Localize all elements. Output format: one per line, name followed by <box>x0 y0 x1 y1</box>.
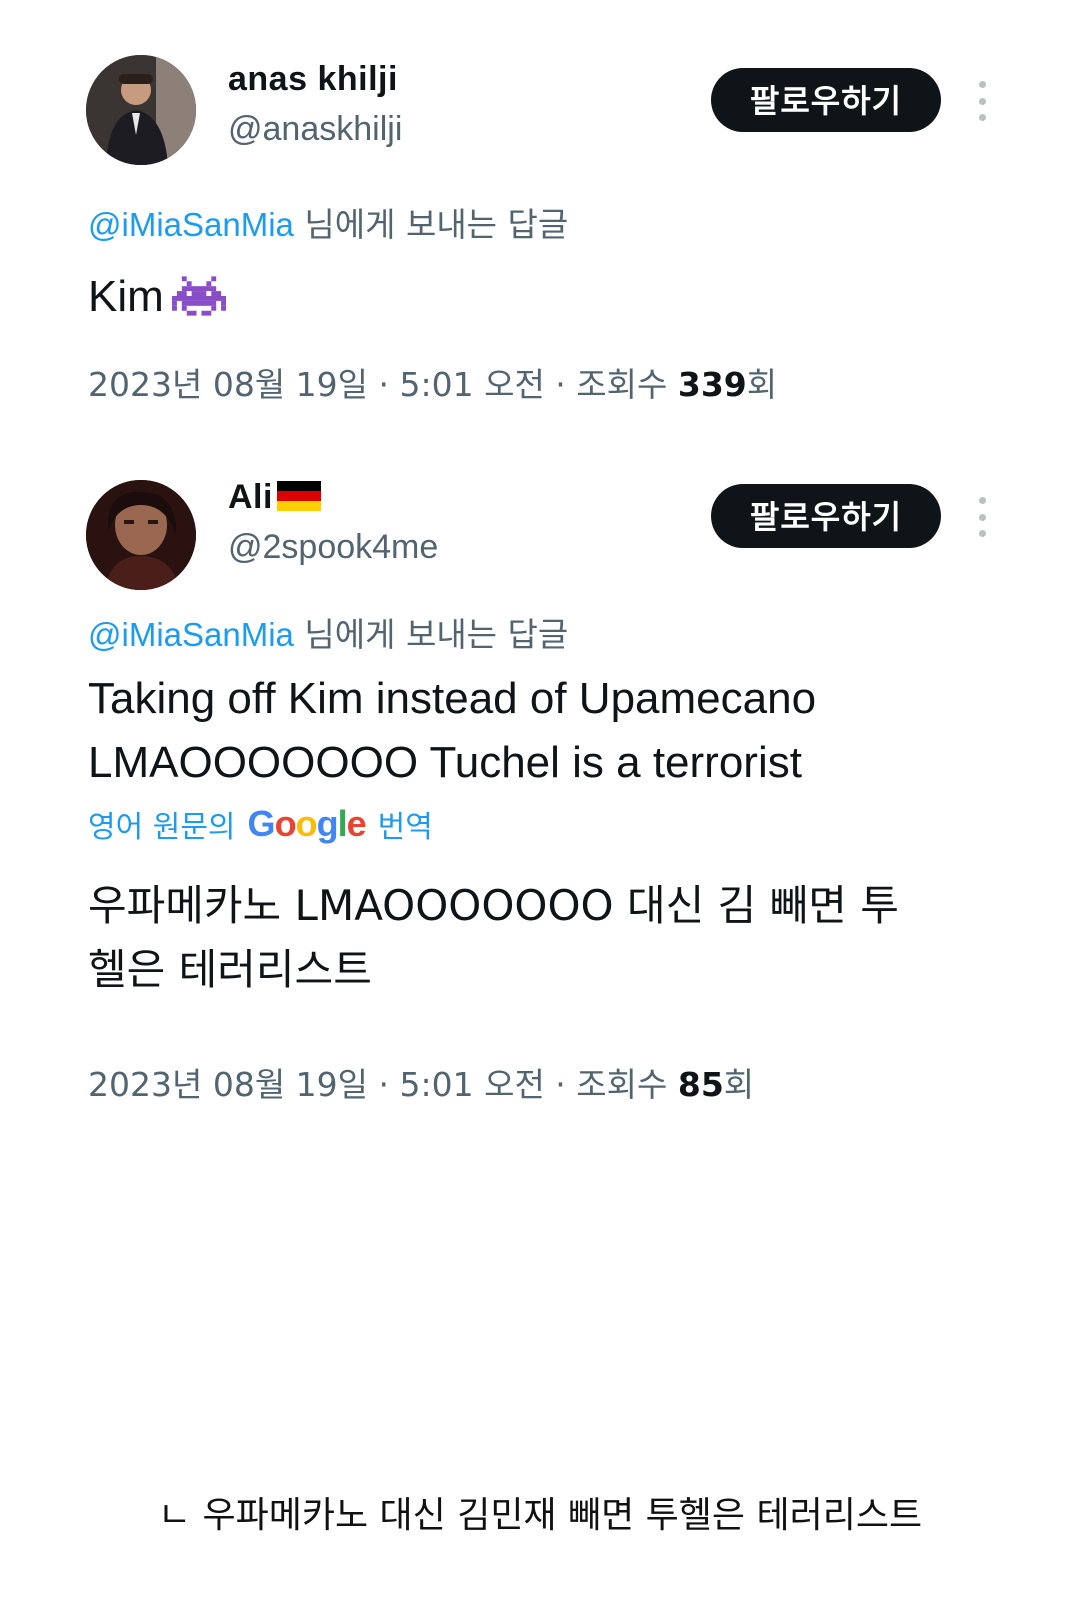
user-handle[interactable]: @anaskhilji <box>228 110 402 149</box>
reply-mention-link[interactable]: @iMiaSanMia <box>88 206 294 243</box>
view-count: 85 <box>677 1065 724 1104</box>
avatar[interactable] <box>86 480 196 590</box>
follow-button[interactable]: 팔로우하기 <box>711 68 941 132</box>
caption-text: ㄴ 우파메카노 대신 김민재 빼면 투헬은 테러리스트 <box>157 1495 923 1536</box>
tweet-text-content: Kim <box>88 272 164 321</box>
reply-context: @iMiaSanMia 님에게 보내는 답글 <box>88 198 568 246</box>
tweet-text: Kim <box>88 265 226 329</box>
display-name[interactable]: anas khilji <box>228 60 398 99</box>
more-options-icon[interactable] <box>975 81 989 121</box>
tweet-date[interactable]: 2023년 08월 19일 · 5:01 오전 · 조회수 <box>88 1065 678 1104</box>
display-name-text: Ali <box>228 478 273 516</box>
translation-link[interactable]: 영어 원문의 Google 번역 <box>88 802 433 846</box>
tweet-date[interactable]: 2023년 08월 19일 · 5:01 오전 · 조회수 <box>88 365 678 404</box>
follow-button[interactable]: 팔로우하기 <box>711 484 941 548</box>
germany-flag-icon <box>276 481 321 511</box>
reply-mention-link[interactable]: @iMiaSanMia <box>88 616 294 653</box>
view-count: 339 <box>677 365 747 404</box>
tweet-text: Taking off Kim instead of Upamecano LMAO… <box>88 674 817 787</box>
display-name[interactable]: Ali <box>228 478 321 517</box>
tweet-meta: 2023년 08월 19일 · 5:01 오전 · 조회수 339회 <box>88 358 777 406</box>
tweet-2: Ali @2spook4me 팔로우하기 @iMiaSanMia 님에게 보내는… <box>0 460 1080 1160</box>
reply-context-suffix: 님에게 보내는 답글 <box>293 615 569 654</box>
user-handle[interactable]: @2spook4me <box>228 528 438 567</box>
alien-monster-icon <box>171 276 226 316</box>
translation-suffix: 번역 <box>377 810 433 845</box>
translation-prefix: 영어 원문의 <box>88 810 236 845</box>
view-count-suffix: 회 <box>746 365 778 404</box>
tweet-1: anas khilji @anaskhilji 팔로우하기 @iMiaSanMi… <box>0 0 1080 460</box>
google-logo: Google <box>247 803 367 844</box>
more-options-icon[interactable] <box>975 497 989 537</box>
view-count-suffix: 회 <box>723 1065 755 1104</box>
tweet-meta: 2023년 08월 19일 · 5:01 오전 · 조회수 85회 <box>88 1058 754 1106</box>
reply-context: @iMiaSanMia 님에게 보내는 답글 <box>88 608 568 656</box>
avatar-photo <box>86 480 196 590</box>
reply-context-suffix: 님에게 보내는 답글 <box>293 205 569 244</box>
translated-text: 우파메카노 LMAOOOOOOO 대신 김 빼면 투 헬은 테러리스트 <box>88 881 899 994</box>
avatar[interactable] <box>86 55 196 165</box>
avatar-photo <box>86 55 196 165</box>
